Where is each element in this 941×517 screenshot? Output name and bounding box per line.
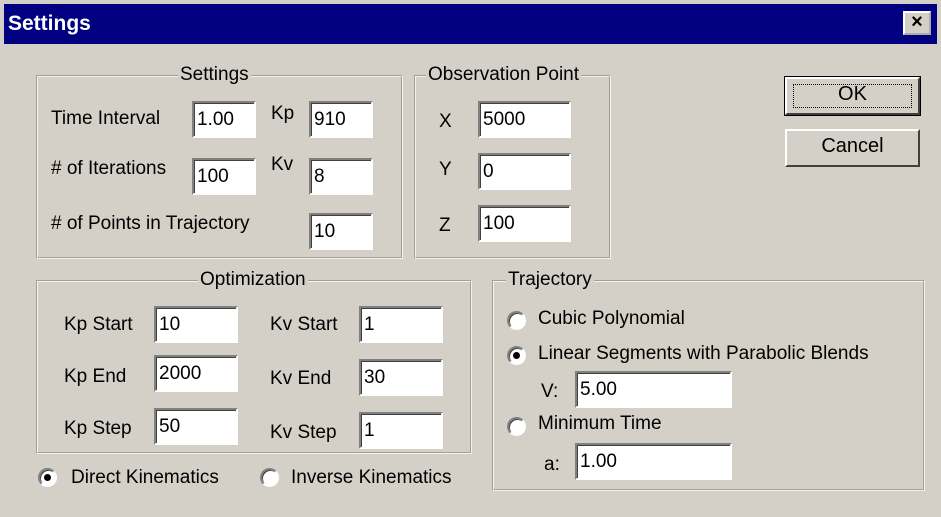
linear-segments-dot [513, 352, 520, 359]
cubic-polynomial-label[interactable]: Cubic Polynomial [538, 308, 685, 330]
kv-end-input[interactable]: 30 [359, 359, 443, 396]
inverse-kinematics-radio[interactable] [260, 468, 279, 487]
title-bar[interactable]: Settings × [4, 4, 937, 44]
kp-start-input[interactable]: 10 [154, 306, 238, 343]
v-input[interactable]: 5.00 [575, 371, 732, 408]
iterations-input[interactable]: 100 [192, 158, 256, 195]
close-icon: × [911, 11, 923, 33]
linear-segments-radio[interactable] [507, 346, 526, 365]
minimum-time-radio[interactable] [507, 417, 526, 436]
kv-step-input[interactable]: 1 [359, 412, 443, 449]
cancel-button-label: Cancel [821, 135, 884, 157]
a-label: a: [544, 454, 560, 475]
kv-input[interactable]: 8 [309, 158, 373, 195]
kv-end-label: Kv End [270, 368, 332, 389]
ok-button-label: OK [838, 83, 867, 105]
y-input[interactable]: 0 [478, 153, 571, 190]
minimum-time-label[interactable]: Minimum Time [538, 413, 662, 435]
v-label: V: [541, 381, 559, 402]
kp-input[interactable]: 910 [309, 101, 373, 138]
window-title: Settings [8, 12, 91, 35]
settings-group-legend: Settings [178, 64, 251, 85]
kp-label: Kp [271, 103, 295, 124]
kv-start-input[interactable]: 1 [359, 306, 443, 343]
direct-kinematics-label[interactable]: Direct Kinematics [71, 467, 219, 489]
y-label: Y [439, 159, 452, 180]
kv-label: Kv [271, 154, 294, 175]
time-interval-input[interactable]: 1.00 [192, 101, 256, 138]
cancel-button[interactable]: Cancel [785, 129, 920, 167]
a-input[interactable]: 1.00 [575, 443, 732, 480]
iterations-label: # of Iterations [51, 158, 167, 179]
settings-dialog: Settings × Settings Time Interval 1.00 K… [0, 0, 941, 517]
inverse-kinematics-label[interactable]: Inverse Kinematics [291, 467, 452, 489]
direct-kinematics-dot [44, 474, 51, 481]
kv-step-label: Kv Step [270, 422, 337, 443]
kv-start-label: Kv Start [270, 314, 338, 335]
points-in-trajectory-label: # of Points in Trajectory [51, 213, 250, 234]
points-in-trajectory-input[interactable]: 10 [309, 213, 373, 250]
trajectory-legend: Trajectory [506, 269, 594, 290]
kp-end-label: Kp End [64, 366, 127, 387]
kp-step-input[interactable]: 50 [154, 408, 238, 445]
time-interval-label: Time Interval [51, 108, 161, 129]
direct-kinematics-radio[interactable] [38, 468, 57, 487]
linear-segments-label[interactable]: Linear Segments with Parabolic Blends [538, 343, 869, 365]
x-input[interactable]: 5000 [478, 101, 571, 138]
kp-step-label: Kp Step [64, 418, 132, 439]
z-label: Z [439, 215, 451, 236]
cubic-polynomial-radio[interactable] [507, 311, 526, 330]
observation-point-legend: Observation Point [426, 64, 582, 85]
x-label: X [439, 111, 452, 132]
kp-start-label: Kp Start [64, 314, 133, 335]
kp-end-input[interactable]: 2000 [154, 355, 238, 392]
z-input[interactable]: 100 [478, 205, 571, 242]
close-button[interactable]: × [903, 11, 931, 35]
optimization-legend: Optimization [198, 269, 308, 290]
ok-button[interactable]: OK [784, 76, 921, 116]
